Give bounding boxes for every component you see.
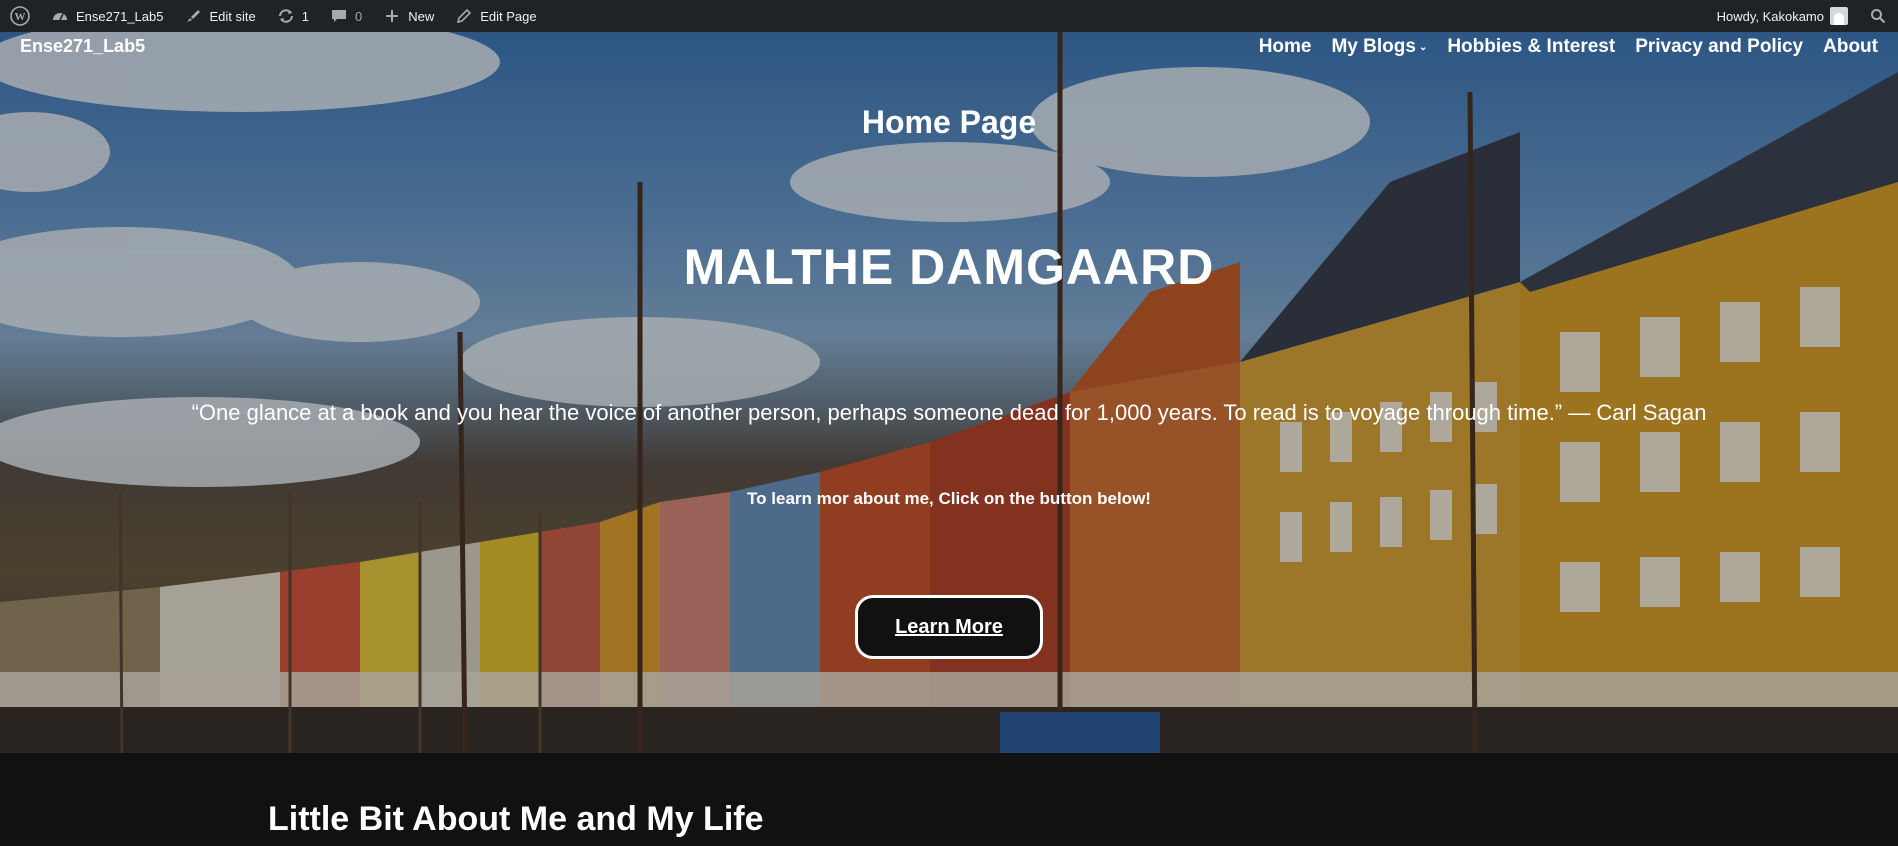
account-menu[interactable]: Howdy, Kakokamo — [1707, 0, 1858, 32]
comments-button[interactable]: 0 — [319, 0, 372, 32]
updates-count: 1 — [301, 8, 309, 24]
section-title: Little Bit About Me and My Life — [268, 800, 764, 838]
page-title: Home Page — [861, 104, 1037, 140]
nav-label-about: About — [1823, 36, 1878, 57]
plus-icon — [382, 6, 402, 26]
nav-item-about[interactable]: About — [1823, 36, 1878, 58]
updates-button[interactable]: 1 — [266, 0, 319, 32]
dashboard-icon — [50, 6, 70, 26]
admin-bar: W Ense271_Lab5 Edit site 1 0 New Edit Pa… — [0, 0, 1898, 32]
main-navigation: Home My Blogs ⌄ Hobbies & Interest Privac… — [1259, 36, 1878, 58]
svg-text:W: W — [15, 11, 26, 23]
nav-item-hobbies[interactable]: Hobbies & Interest — [1447, 36, 1615, 58]
learn-more-button[interactable]: Learn More — [855, 595, 1043, 659]
nav-item-privacy[interactable]: Privacy and Policy — [1635, 36, 1803, 58]
hero-cover: Ense271_Lab5 Home My Blogs ⌄ Hobbies & In… — [0, 32, 1898, 753]
comments-count: 0 — [354, 8, 363, 24]
edit-page-button[interactable]: Edit Page — [444, 0, 546, 32]
nav-item-home[interactable]: Home — [1259, 36, 1312, 58]
nav-label-my-blogs: My Blogs — [1331, 36, 1416, 57]
name-heading: MALTHE DAMGAARD — [683, 239, 1215, 295]
new-content-button[interactable]: New — [372, 0, 444, 32]
edit-page-label: Edit Page — [480, 8, 537, 24]
brush-icon — [183, 6, 203, 26]
search-button[interactable] — [1858, 0, 1898, 32]
site-name-menu[interactable]: Ense271_Lab5 — [40, 0, 173, 32]
nav-item-my-blogs[interactable]: My Blogs ⌄ — [1331, 36, 1427, 58]
edit-site-button[interactable]: Edit site — [173, 0, 265, 32]
quote-text: “One glance at a book and you hear the v… — [191, 400, 1707, 425]
wordpress-icon: W — [10, 6, 30, 26]
learn-more-prompt: To learn mor about me, Click on the butt… — [747, 489, 1151, 508]
site-title-link[interactable]: Ense271_Lab5 — [20, 36, 145, 57]
comment-icon — [329, 6, 349, 26]
updates-icon — [276, 6, 296, 26]
wordpress-logo-button[interactable]: W — [0, 0, 40, 32]
site-name-label: Ense271_Lab5 — [76, 8, 164, 24]
nav-label-home: Home — [1258, 36, 1312, 57]
nav-label-privacy: Privacy and Policy — [1635, 36, 1804, 57]
search-icon — [1868, 6, 1888, 26]
edit-site-label: Edit site — [209, 8, 256, 24]
nav-label-hobbies: Hobbies & Interest — [1447, 36, 1616, 57]
chevron-down-icon: ⌄ — [1418, 41, 1428, 53]
pencil-icon — [454, 6, 474, 26]
howdy-label: Howdy, Kakokamo — [1716, 8, 1824, 24]
new-label: New — [408, 8, 435, 24]
avatar — [1830, 7, 1848, 25]
